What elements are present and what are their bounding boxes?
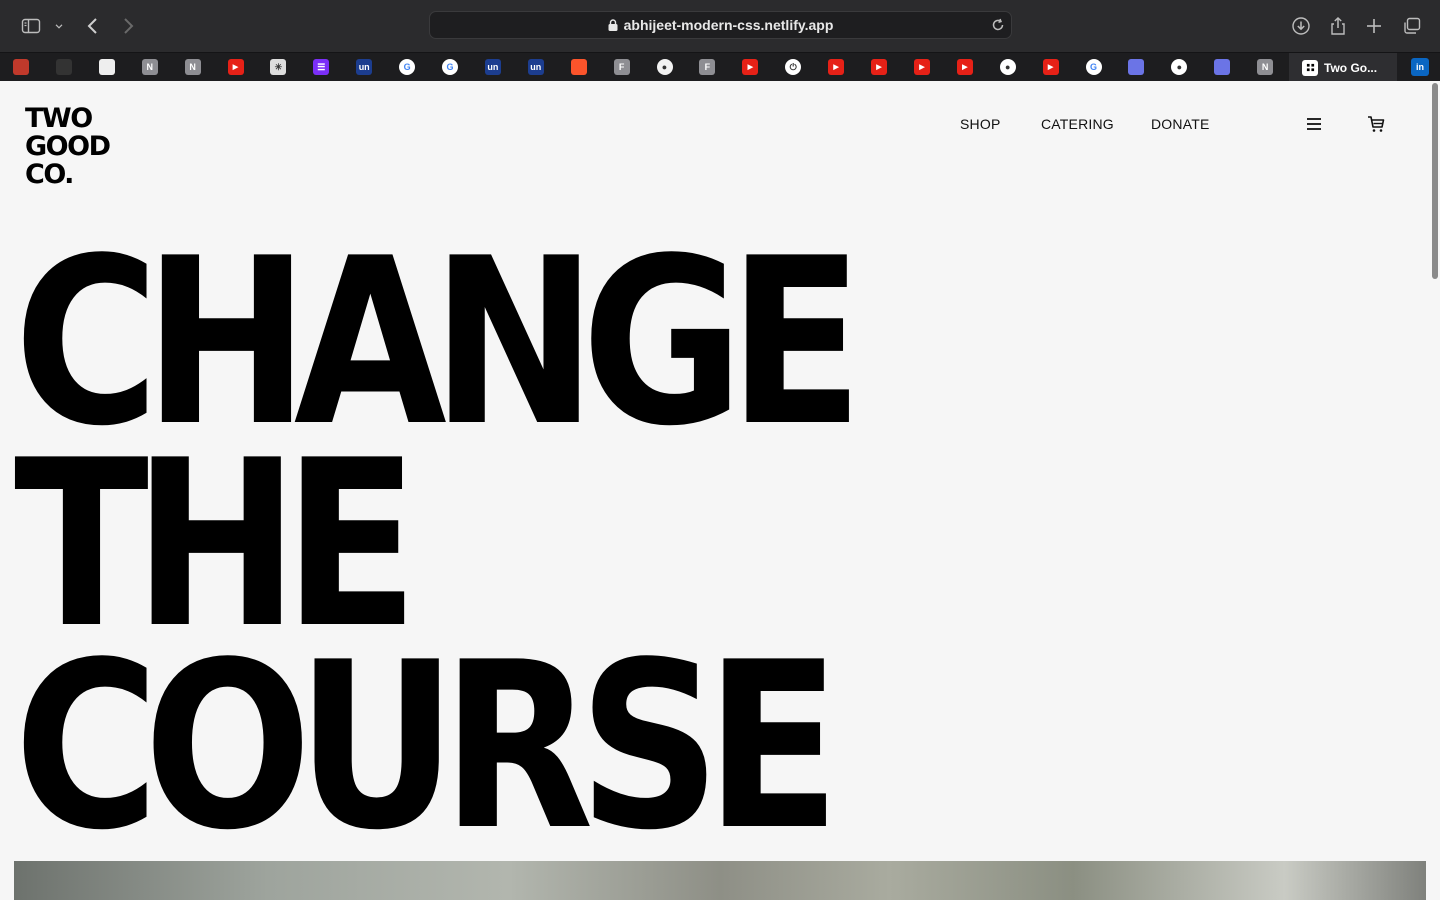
tab-strip: N N ▶ ✳ ☰ un G Gun un F ● F ▶ ⏻ ▶ ▶ ▶ ▶ ● ▶ G ● N Two Go... in <box>0 52 1440 82</box>
notion-favicon-icon[interactable]: N <box>141 59 158 75</box>
youtube-favicon-icon[interactable]: ▶ <box>871 59 887 75</box>
google-favicon-icon[interactable]: G <box>399 59 416 75</box>
hero-video-image <box>14 861 1426 900</box>
hero-line-3: COURSE <box>14 614 840 881</box>
forward-icon[interactable] <box>116 14 140 38</box>
notion-favicon-icon[interactable]: N <box>184 59 201 75</box>
linkedin-glyph: in <box>1416 61 1424 72</box>
active-tab-title: Two Go... <box>1324 60 1378 75</box>
youtube-favicon-icon[interactable]: ▶ <box>828 59 845 75</box>
active-tab[interactable]: Two Go... <box>1289 53 1397 82</box>
youtube-favicon-icon[interactable]: ▶ <box>913 59 930 75</box>
nav-catering-link[interactable]: CATERING <box>1041 116 1114 132</box>
linkedin-favicon-icon[interactable]: in <box>1411 58 1429 76</box>
star-favicon-icon[interactable]: ✳ <box>270 59 287 75</box>
logo-line-2: GOOD <box>25 131 111 162</box>
page-scrollbar[interactable] <box>1432 83 1438 279</box>
new-tab-icon[interactable] <box>1362 14 1386 38</box>
browser-toolbar: abhijeet-modern-css.netlify.app <box>0 0 1440 52</box>
f-favicon-icon[interactable]: F <box>699 59 716 75</box>
google-favicon-icon[interactable]: G <box>1085 59 1102 75</box>
two-good-favicon-icon <box>1302 59 1318 76</box>
site-logo[interactable]: TWO GOOD CO. <box>25 105 135 189</box>
lock-icon <box>608 19 618 31</box>
nav-donate-link[interactable]: DONATE <box>1151 116 1210 132</box>
logo-line-1: TWO <box>25 103 93 134</box>
share-icon[interactable] <box>1326 14 1350 38</box>
youtube-favicon-icon[interactable]: ▶ <box>956 59 973 75</box>
brave-favicon-icon[interactable] <box>570 59 587 75</box>
nav-shop-link[interactable]: SHOP <box>960 116 1000 132</box>
form-favicon-icon[interactable]: ☰ <box>313 59 330 75</box>
power-favicon-icon[interactable]: ⏻ <box>785 59 802 75</box>
download-icon[interactable] <box>1289 14 1313 38</box>
google-favicon-icon[interactable]: G <box>442 59 458 75</box>
unstop-favicon-icon[interactable]: un <box>527 59 544 75</box>
web-page: TWO GOOD CO. SHOP CATERING DONATE CHANGE… <box>0 81 1440 900</box>
chat-favicon-icon[interactable] <box>1214 59 1231 75</box>
reload-icon[interactable] <box>991 18 1005 32</box>
tab-overview-icon[interactable] <box>1400 14 1424 38</box>
f-favicon-icon[interactable]: F <box>613 59 630 75</box>
circle-favicon-icon[interactable]: ● <box>656 59 673 75</box>
cart-icon[interactable] <box>1366 114 1386 134</box>
unstop-favicon-icon[interactable]: un <box>356 59 373 75</box>
address-bar[interactable]: abhijeet-modern-css.netlify.app <box>429 11 1012 39</box>
dice-favicon-icon[interactable] <box>98 59 115 75</box>
chat-favicon-icon[interactable] <box>1128 59 1145 75</box>
hamburger-menu-icon[interactable] <box>1305 115 1323 133</box>
unstop-favicon-icon[interactable]: un <box>484 59 501 75</box>
github-favicon-icon[interactable]: ● <box>999 59 1016 75</box>
hero-headline: CHANGE THE COURSE <box>14 229 960 881</box>
youtube-favicon-icon[interactable]: ▶ <box>742 59 759 75</box>
chevron-down-icon[interactable] <box>48 14 70 38</box>
youtube-favicon-icon[interactable]: ▶ <box>1042 59 1059 75</box>
github-favicon-icon[interactable]: ● <box>1171 59 1188 75</box>
youtube-favicon-icon[interactable]: ▶ <box>227 59 244 75</box>
back-icon[interactable] <box>81 14 105 38</box>
cube-favicon-icon[interactable] <box>13 59 29 75</box>
url-text: abhijeet-modern-css.netlify.app <box>623 17 834 33</box>
logo-line-3: CO. <box>25 159 74 190</box>
sidebar-toggle-icon[interactable] <box>19 14 43 38</box>
notion-favicon-icon[interactable]: N <box>1257 59 1274 75</box>
list-favicon-icon[interactable] <box>55 59 72 75</box>
